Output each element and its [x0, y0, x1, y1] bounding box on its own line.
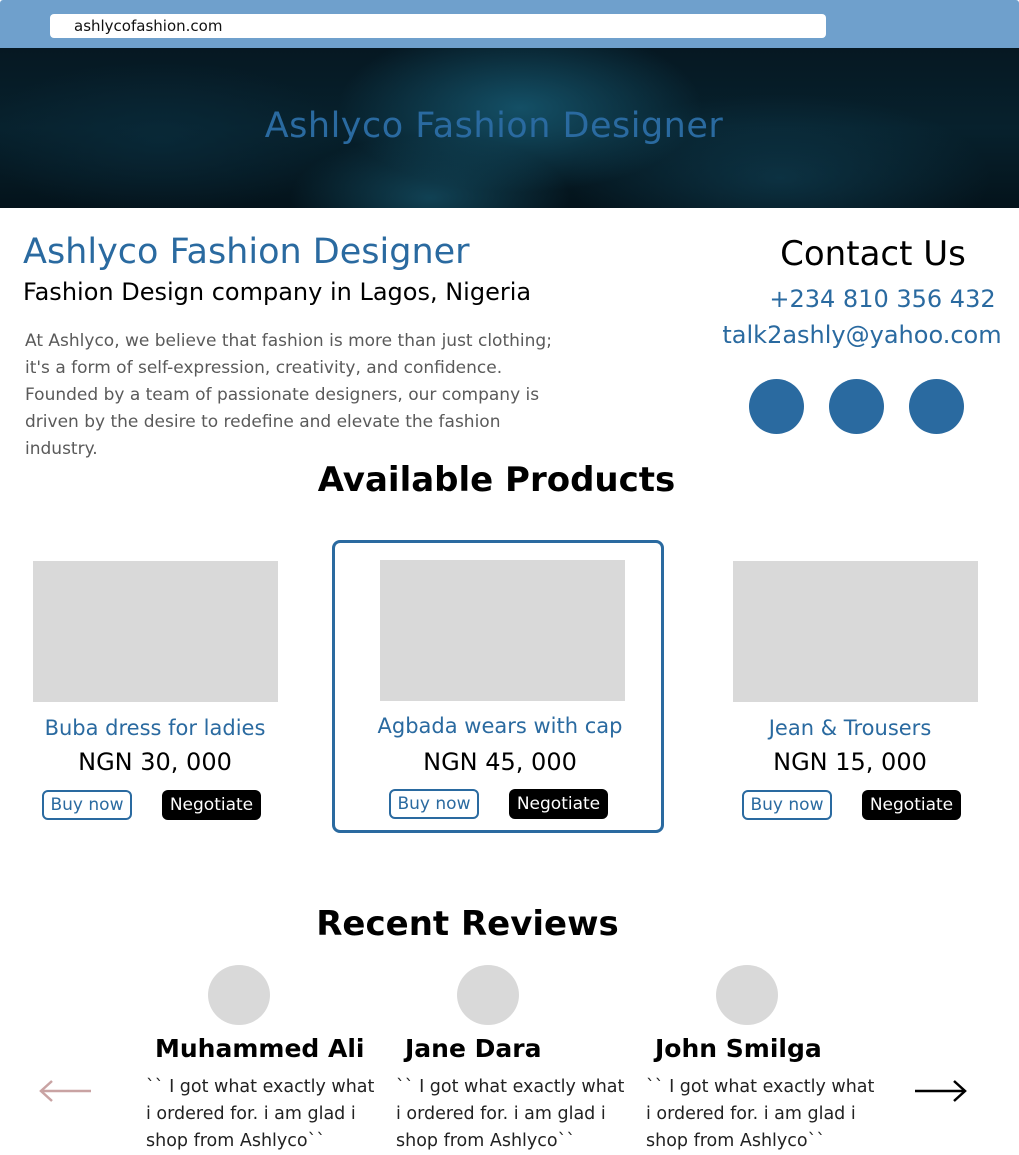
product-image [733, 561, 978, 702]
company-name: Ashlyco Fashion Designer [23, 232, 470, 272]
reviewer-name: John Smilga [655, 1034, 822, 1063]
arrow-right-icon[interactable] [912, 1078, 968, 1104]
review-text: `` I got what exactly what i ordered for… [396, 1077, 625, 1151]
avatar [457, 965, 519, 1025]
contact-title: Contact Us [780, 234, 966, 274]
about-text: At Ashlyco, we believe that fashion is m… [25, 331, 552, 459]
product-card: Buba dress for ladies NGN 30, 000 Buy no… [22, 540, 292, 833]
products-title: Available Products [317, 460, 676, 500]
contact-phone[interactable]: +234 810 356 432 [760, 285, 1005, 313]
review-text: `` I got what exactly what i ordered for… [146, 1077, 375, 1151]
reviewer-name: Muhammed Ali [155, 1034, 365, 1063]
social-icon[interactable] [829, 379, 884, 434]
negotiate-button[interactable]: Negotiate [509, 789, 608, 819]
social-icon[interactable] [749, 379, 804, 434]
social-icon[interactable] [909, 379, 964, 434]
product-price: NGN 45, 000 [423, 748, 577, 776]
arrow-left-icon[interactable] [38, 1078, 94, 1104]
product-image [380, 560, 625, 701]
contact-email[interactable]: talk2ashly@yahoo.com [712, 321, 1012, 349]
product-price: NGN 15, 000 [773, 748, 927, 776]
product-card-featured: Agbada wears with cap NGN 45, 000 Buy no… [332, 540, 664, 833]
hero-banner: Ashlyco Fashion Designer [0, 48, 1019, 208]
browser-bar [0, 0, 1019, 48]
reviewer-name: Jane Dara [405, 1034, 542, 1063]
url-field[interactable] [50, 14, 826, 38]
product-name: Buba dress for ladies [44, 716, 266, 740]
hero-title: Ashlyco Fashion Designer [264, 106, 724, 146]
avatar [716, 965, 778, 1025]
product-name: Agbada wears with cap [377, 714, 623, 738]
buy-now-button[interactable]: Buy now [389, 789, 479, 819]
product-card: Jean & Trousers NGN 15, 000 Buy now Nego… [722, 540, 992, 833]
review-text: `` I got what exactly what i ordered for… [646, 1077, 875, 1151]
product-price: NGN 30, 000 [78, 748, 232, 776]
reviews-title: Recent Reviews [316, 904, 619, 944]
buy-now-button[interactable]: Buy now [742, 790, 832, 820]
negotiate-button[interactable]: Negotiate [862, 790, 961, 820]
avatar [208, 965, 270, 1025]
product-image [33, 561, 278, 702]
buy-now-button[interactable]: Buy now [42, 790, 132, 820]
product-name: Jean & Trousers [768, 716, 932, 740]
negotiate-button[interactable]: Negotiate [162, 790, 261, 820]
company-tagline: Fashion Design company in Lagos, Nigeria [23, 278, 532, 306]
